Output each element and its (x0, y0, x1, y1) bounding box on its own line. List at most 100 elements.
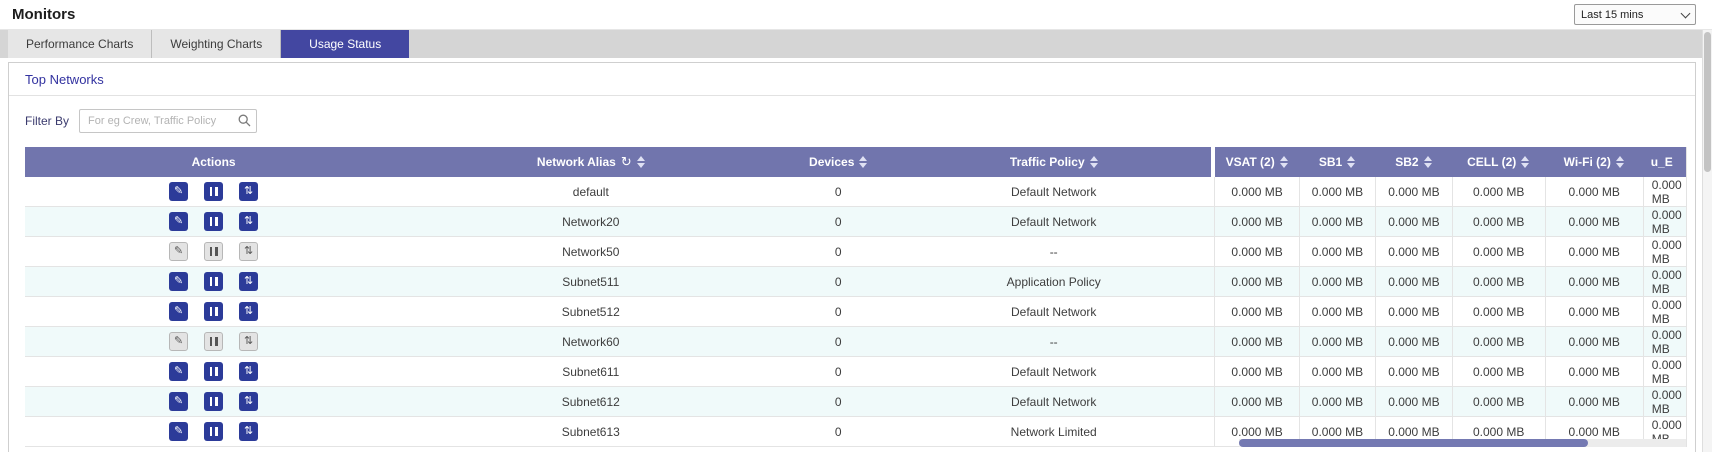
column-header-sb1[interactable]: SB1 (1299, 147, 1375, 177)
column-header-traffic-policy[interactable]: Traffic Policy (897, 147, 1211, 177)
shift-priority-button[interactable]: ⇅ (239, 242, 258, 261)
edit-button[interactable]: ✎ (169, 212, 188, 231)
sb2-usage-cell: 0.000 MB (1375, 237, 1451, 266)
sort-icon[interactable] (859, 156, 867, 168)
vsat-usage-cell: 0.000 MB (1214, 177, 1298, 206)
search-icon[interactable] (238, 114, 251, 127)
edit-button[interactable]: ✎ (169, 332, 188, 351)
column-header-sb2[interactable]: SB2 (1375, 147, 1451, 177)
tabs-bar: Performance Charts Weighting Charts Usag… (0, 30, 1712, 58)
edit-icon: ✎ (174, 336, 183, 347)
filter-row: Filter By (9, 96, 1695, 145)
time-range-value: Last 15 mins (1581, 9, 1643, 21)
sort-icon[interactable] (1521, 156, 1529, 168)
shift-priority-button[interactable]: ⇅ (239, 302, 258, 321)
devices-cell: 0 (779, 177, 897, 206)
column-header-vsat[interactable]: VSAT (2) (1215, 147, 1299, 177)
edit-button[interactable]: ✎ (169, 422, 188, 441)
top-bar: Monitors Last 15 mins (0, 0, 1712, 30)
pause-button[interactable] (204, 182, 223, 201)
vsat-usage-cell: 0.000 MB (1214, 207, 1298, 236)
table-row[interactable]: ✎ ⇅ Subnet512 0 Default Network 0.000 MB… (25, 297, 1686, 327)
pause-button[interactable] (204, 332, 223, 351)
vertical-scrollbar-thumb[interactable] (1704, 32, 1711, 172)
edit-button[interactable]: ✎ (169, 272, 188, 291)
shift-priority-button[interactable]: ⇅ (239, 422, 258, 441)
tab-performance-charts[interactable]: Performance Charts (8, 30, 152, 58)
edit-button[interactable]: ✎ (169, 362, 188, 381)
edit-button[interactable]: ✎ (169, 182, 188, 201)
traffic-policy-cell: Network Limited (897, 417, 1211, 446)
shift-priority-button[interactable]: ⇅ (239, 332, 258, 351)
ue-usage-cell: 0.000 MB (1643, 267, 1686, 296)
wifi-usage-cell: 0.000 MB (1545, 237, 1643, 266)
horizontal-scrollbar[interactable] (1239, 439, 1686, 447)
table-row[interactable]: ✎ ⇅ Subnet612 0 Default Network 0.000 MB… (25, 387, 1686, 417)
vsat-usage-cell: 0.000 MB (1214, 237, 1298, 266)
filter-input[interactable] (79, 109, 257, 133)
time-range-select[interactable]: Last 15 mins (1574, 4, 1696, 25)
traffic-policy-cell: Default Network (897, 297, 1211, 326)
table-row[interactable]: ✎ ⇅ Network60 0 -- 0.000 MB 0.000 MB 0.0… (25, 327, 1686, 357)
network-alias-cell: Subnet511 (402, 267, 779, 296)
vertical-scrollbar[interactable] (1702, 30, 1712, 452)
pause-button[interactable] (204, 362, 223, 381)
table-row[interactable]: ✎ ⇅ Subnet611 0 Default Network 0.000 MB… (25, 357, 1686, 387)
refresh-icon[interactable]: ↻ (621, 154, 632, 170)
cell-usage-cell: 0.000 MB (1452, 387, 1545, 416)
pause-button[interactable] (204, 302, 223, 321)
edit-button[interactable]: ✎ (169, 392, 188, 411)
shift-priority-button[interactable]: ⇅ (239, 182, 258, 201)
pause-button[interactable] (204, 272, 223, 291)
sort-icon[interactable] (1347, 156, 1355, 168)
edit-button[interactable]: ✎ (169, 302, 188, 321)
table-row[interactable]: ✎ ⇅ Subnet511 0 Application Policy 0.000… (25, 267, 1686, 297)
sort-icon[interactable] (1280, 156, 1288, 168)
row-actions: ✎ ⇅ (25, 417, 402, 446)
shift-priority-button[interactable]: ⇅ (239, 212, 258, 231)
table-row[interactable]: ✎ ⇅ Network20 0 Default Network 0.000 MB… (25, 207, 1686, 237)
sort-icon[interactable] (637, 156, 645, 168)
wifi-usage-cell: 0.000 MB (1545, 177, 1643, 206)
vsat-usage-cell: 0.000 MB (1214, 387, 1298, 416)
ue-usage-cell: 0.000 MB (1643, 297, 1686, 326)
table-row[interactable]: ✎ ⇅ default 0 Default Network 0.000 MB 0… (25, 177, 1686, 207)
sb1-usage-cell: 0.000 MB (1299, 177, 1375, 206)
column-header-cell[interactable]: CELL (2) (1452, 147, 1545, 177)
edit-icon: ✎ (174, 366, 183, 377)
shift-priority-button[interactable]: ⇅ (239, 392, 258, 411)
swap-arrows-icon: ⇅ (244, 336, 253, 347)
panel-title: Top Networks (9, 63, 1695, 96)
table-row[interactable]: ✎ ⇅ Network50 0 -- 0.000 MB 0.000 MB 0.0… (25, 237, 1686, 267)
devices-cell: 0 (779, 387, 897, 416)
pause-icon (210, 427, 218, 436)
sb1-usage-cell: 0.000 MB (1299, 327, 1375, 356)
pause-button[interactable] (204, 212, 223, 231)
pause-button[interactable] (204, 422, 223, 441)
edit-icon: ✎ (174, 216, 183, 227)
sort-icon[interactable] (1424, 156, 1432, 168)
network-alias-cell: Network20 (402, 207, 779, 236)
tab-usage-status[interactable]: Usage Status (281, 30, 409, 58)
edit-button[interactable]: ✎ (169, 242, 188, 261)
pause-button[interactable] (204, 392, 223, 411)
swap-arrows-icon: ⇅ (244, 426, 253, 437)
row-actions: ✎ ⇅ (25, 357, 402, 386)
sort-icon[interactable] (1616, 156, 1624, 168)
sort-icon[interactable] (1090, 156, 1098, 168)
sb1-usage-cell: 0.000 MB (1299, 207, 1375, 236)
shift-priority-button[interactable]: ⇅ (239, 362, 258, 381)
sb2-usage-cell: 0.000 MB (1375, 327, 1451, 356)
sb2-usage-cell: 0.000 MB (1375, 387, 1451, 416)
column-header-network-alias[interactable]: Network Alias ↻ (402, 147, 779, 177)
tab-weighting-charts[interactable]: Weighting Charts (152, 30, 281, 58)
shift-priority-button[interactable]: ⇅ (239, 272, 258, 291)
traffic-policy-cell: Default Network (897, 207, 1211, 236)
column-header-devices[interactable]: Devices (779, 147, 897, 177)
pause-button[interactable] (204, 242, 223, 261)
cell-usage-cell: 0.000 MB (1452, 267, 1545, 296)
column-header-wifi[interactable]: Wi-Fi (2) (1545, 147, 1643, 177)
traffic-policy-cell: Default Network (897, 357, 1211, 386)
horizontal-scrollbar-thumb[interactable] (1239, 439, 1588, 447)
column-header-ue[interactable]: u_E (1643, 147, 1686, 177)
